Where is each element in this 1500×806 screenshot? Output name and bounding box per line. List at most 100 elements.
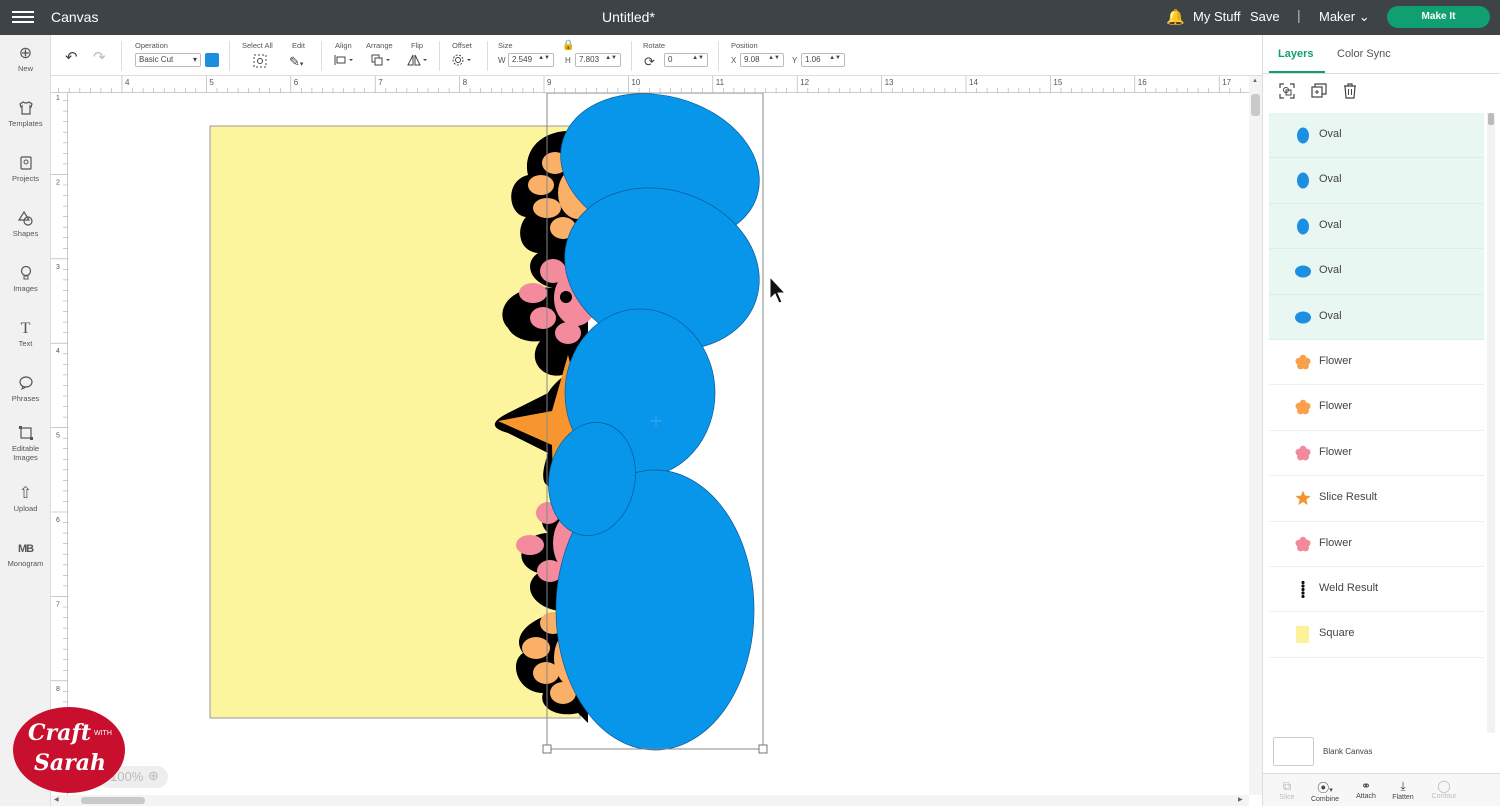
- divider: [718, 41, 719, 71]
- my-stuff-link[interactable]: My Stuff: [1193, 9, 1240, 24]
- hamburger-icon[interactable]: [12, 8, 34, 26]
- blank-canvas-swatch[interactable]: [1273, 737, 1314, 766]
- ruler-tick-label: 5: [209, 78, 214, 87]
- sidebar-item-images[interactable]: Images: [0, 265, 51, 293]
- duplicate-icon[interactable]: [1311, 83, 1327, 104]
- layer-row[interactable]: Oval: [1269, 203, 1484, 250]
- monogram-icon: MB: [17, 543, 34, 555]
- scroll-thumb[interactable]: [1251, 94, 1260, 116]
- vertical-scrollbar[interactable]: ▲: [1249, 76, 1262, 795]
- scroll-thumb[interactable]: [81, 797, 145, 804]
- sidebar-item-editable-images[interactable]: Editable Images: [0, 425, 51, 462]
- rotate-input[interactable]: 0 ▲▼: [664, 53, 708, 67]
- align-label: Align: [335, 41, 352, 50]
- scroll-right-icon[interactable]: ▶: [1238, 796, 1243, 803]
- machine-select[interactable]: Maker ⌄: [1319, 9, 1370, 25]
- tab-layers[interactable]: Layers: [1278, 48, 1313, 60]
- layer-row[interactable]: Oval: [1269, 249, 1484, 295]
- lightbulb-icon: [0, 265, 51, 283]
- layer-row[interactable]: Oval: [1269, 113, 1484, 159]
- height-input[interactable]: 7.803 ▲▼: [575, 53, 621, 67]
- ruler-tick-label: 8: [56, 686, 60, 693]
- y-value: 1.06: [805, 55, 821, 64]
- ruler-tick-label: 14: [969, 78, 978, 87]
- layer-row[interactable]: Oval: [1269, 294, 1484, 340]
- combine-button[interactable]: ⦿▾ Combine: [1305, 779, 1345, 803]
- flip-icon[interactable]: [407, 54, 429, 69]
- operation-label: Operation: [135, 41, 168, 50]
- slice-label: Slice: [1279, 794, 1295, 801]
- operation-color-swatch[interactable]: [205, 53, 219, 67]
- offset-label: Offset: [452, 41, 472, 50]
- sidebar-item-templates[interactable]: Templates: [0, 100, 51, 128]
- layers-scrollbar[interactable]: [1487, 113, 1495, 733]
- app-name: Canvas: [51, 9, 99, 25]
- layer-row[interactable]: Square: [1269, 612, 1484, 658]
- redo-icon[interactable]: ↷: [93, 48, 106, 66]
- flatten-label: Flatten: [1392, 794, 1414, 801]
- divider: [1263, 73, 1500, 74]
- layer-row[interactable]: Flower: [1269, 385, 1484, 431]
- undo-icon[interactable]: ↶: [65, 48, 78, 66]
- scroll-thumb[interactable]: [1488, 113, 1494, 125]
- sidebar-item-label: Upload: [13, 504, 38, 513]
- lock-icon[interactable]: 🔒: [562, 40, 574, 51]
- bell-icon[interactable]: 🔔: [1166, 8, 1185, 26]
- sidebar-item-projects[interactable]: Projects: [0, 155, 51, 183]
- ruler-tick-label: 10: [631, 78, 640, 87]
- edit-pen-icon[interactable]: ✎▾: [289, 54, 303, 70]
- sidebar-item-phrases[interactable]: Phrases: [0, 375, 51, 403]
- tab-color-sync[interactable]: Color Sync: [1337, 48, 1391, 60]
- ruler-top-ticks: 4 5 6 7 8 9 10 11 12 13 14 15 16 17: [58, 76, 1241, 93]
- x-position-input[interactable]: 9.08 ▲▼: [740, 53, 784, 67]
- offset-icon[interactable]: [452, 54, 474, 69]
- layer-row[interactable]: Slice Result: [1269, 476, 1484, 522]
- layer-row[interactable]: Flower: [1269, 431, 1484, 477]
- ruler-left: 1 2 3 4 5 6 7 8: [51, 93, 68, 795]
- slice-icon: ⧉: [1282, 779, 1292, 793]
- layer-row[interactable]: Flower: [1269, 340, 1484, 386]
- y-position-input[interactable]: 1.06 ▲▼: [801, 53, 845, 67]
- save-button[interactable]: Save: [1250, 9, 1280, 24]
- rotate-icon[interactable]: ⟳: [644, 54, 655, 70]
- design-canvas[interactable]: [68, 93, 1249, 795]
- zoom-in-icon[interactable]: ⊕: [148, 768, 159, 784]
- layer-name: Oval: [1319, 309, 1342, 322]
- make-it-button[interactable]: Make It: [1387, 6, 1490, 28]
- attach-button[interactable]: ⚭ Attach: [1346, 779, 1386, 800]
- square-icon: [1295, 626, 1311, 644]
- flatten-button[interactable]: ⤓ Flatten: [1383, 779, 1423, 801]
- contour-button[interactable]: ◯ Contour: [1424, 779, 1464, 800]
- layer-row[interactable]: Flower: [1269, 522, 1484, 567]
- sidebar-item-label: Editable Images: [11, 444, 40, 462]
- oval-shapes[interactable]: [540, 93, 781, 751]
- logo-text-craft: Craft: [28, 720, 91, 746]
- layer-row[interactable]: Weld Result: [1269, 567, 1484, 613]
- width-input[interactable]: 2.549 ▲▼: [508, 53, 554, 67]
- ruler-tick-label: 6: [56, 517, 60, 524]
- caret-down-icon: ▾: [192, 55, 197, 64]
- divider: [439, 41, 440, 71]
- logo-text-sarah: Sarah: [34, 750, 106, 776]
- select-all-icon[interactable]: [252, 54, 268, 71]
- sidebar-item-text[interactable]: T Text: [0, 320, 51, 348]
- layer-row[interactable]: Oval: [1269, 158, 1484, 204]
- align-icon[interactable]: [333, 54, 355, 69]
- arrange-icon[interactable]: [371, 54, 393, 69]
- resize-handle[interactable]: [758, 744, 768, 754]
- trash-icon[interactable]: [1343, 83, 1357, 104]
- resize-handle[interactable]: [542, 744, 552, 754]
- scroll-left-icon[interactable]: ◀: [54, 796, 59, 803]
- scroll-up-icon[interactable]: ▲: [1252, 78, 1258, 84]
- sidebar-item-monogram[interactable]: MB Monogram: [0, 540, 51, 568]
- ruler-top: 4 5 6 7 8 9 10 11 12 13 14 15 16 17: [51, 76, 1249, 93]
- sidebar-item-upload[interactable]: ⇧ Upload: [0, 485, 51, 513]
- divider: [121, 41, 122, 71]
- horizontal-scrollbar[interactable]: ◀ ▶: [51, 795, 1249, 806]
- operation-select[interactable]: Basic Cut ▾: [135, 53, 201, 67]
- slice-button[interactable]: ⧉ Slice: [1267, 779, 1307, 801]
- sidebar-item-new[interactable]: ⊕ New: [0, 45, 51, 73]
- group-icon[interactable]: [1279, 83, 1295, 104]
- flatten-icon: ⤓: [1400, 779, 1406, 793]
- sidebar-item-shapes[interactable]: Shapes: [0, 210, 51, 238]
